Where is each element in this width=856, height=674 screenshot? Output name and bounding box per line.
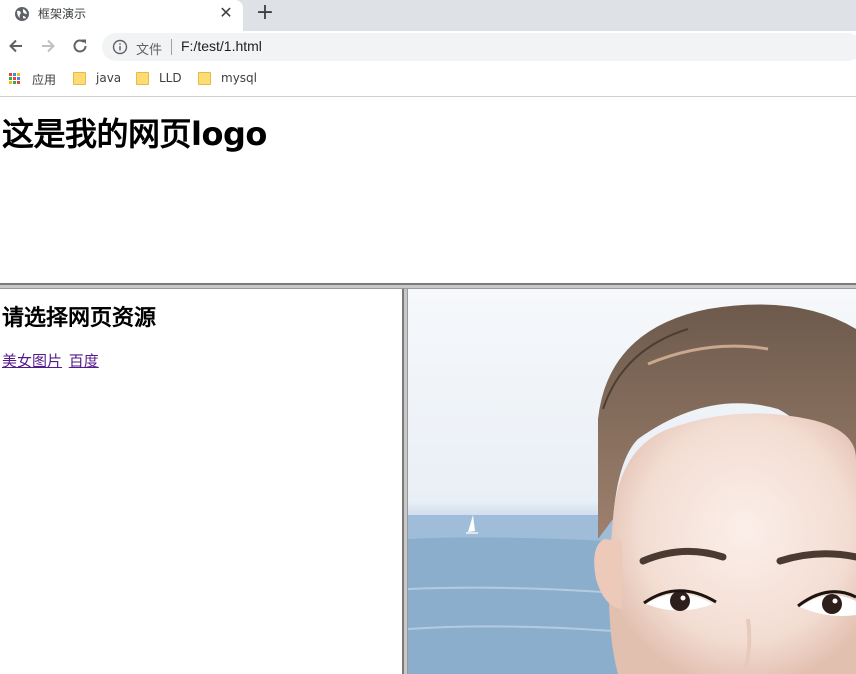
- nav-heading: 请选择网页资源: [2, 306, 157, 331]
- bookmark-label: java: [96, 71, 122, 85]
- close-icon[interactable]: ✕: [217, 4, 235, 22]
- browser-tab[interactable]: 框架演示 ✕: [0, 0, 243, 31]
- folder-icon: [198, 72, 211, 85]
- logo-heading: 这是我的网页logo: [2, 115, 267, 153]
- forward-arrow-icon[interactable]: [38, 36, 58, 56]
- link-beauty-pictures[interactable]: 美女图片: [2, 352, 62, 370]
- browser-toolbar: 文件 F:/test/1.html: [0, 31, 856, 63]
- back-arrow-icon[interactable]: [6, 36, 26, 56]
- left-frame: 请选择网页资源 美女图片 百度: [0, 289, 402, 674]
- scheme-label: 文件: [136, 43, 163, 58]
- globe-icon: [15, 7, 29, 21]
- bookmark-mysql[interactable]: mysql: [198, 71, 260, 87]
- folder-icon: [136, 72, 149, 85]
- info-icon[interactable]: [112, 39, 128, 55]
- new-tab-button[interactable]: +: [254, 2, 276, 24]
- folder-icon: [73, 72, 86, 85]
- bookmark-label: mysql: [221, 71, 257, 85]
- tab-title: 框架演示: [38, 7, 87, 21]
- tab-strip: 框架演示 ✕ +: [0, 0, 856, 31]
- portrait-photo: [408, 289, 856, 674]
- content-frame: [408, 289, 856, 674]
- address-bar[interactable]: 文件 F:/test/1.html: [102, 33, 856, 61]
- resource-links: 美女图片 百度: [2, 350, 101, 371]
- bookmark-apps[interactable]: 应用: [9, 71, 61, 87]
- bookmarks-bar: 应用 java LLD mysql: [0, 63, 856, 97]
- bookmark-label: LLD: [159, 71, 182, 85]
- bookmark-label: 应用: [32, 73, 57, 87]
- apps-grid-icon: [9, 73, 21, 85]
- bookmark-lld[interactable]: LLD: [136, 71, 186, 87]
- reload-icon[interactable]: [70, 36, 90, 56]
- link-baidu[interactable]: 百度: [69, 352, 99, 370]
- url-text[interactable]: F:/test/1.html: [181, 38, 262, 54]
- bookmark-java[interactable]: java: [73, 71, 123, 87]
- top-frame: 这是我的网页logo: [0, 98, 856, 283]
- omnibox-separator: [171, 39, 172, 55]
